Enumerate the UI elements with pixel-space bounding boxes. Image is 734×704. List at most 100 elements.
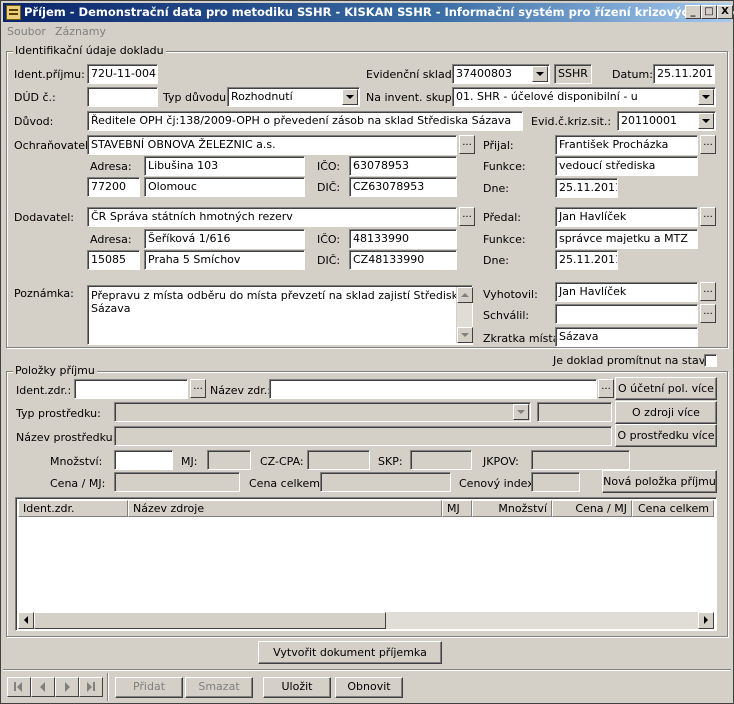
prijal-dne-field[interactable]: 25.11.2011 <box>555 178 618 198</box>
ochr-dic-label: DIČ: <box>317 181 341 194</box>
typ-prostredku-code <box>537 402 612 422</box>
ochr-city-field[interactable]: Olomouc <box>144 177 305 197</box>
zkratka-field[interactable]: Sázava <box>555 327 698 347</box>
ucetni-pol-button[interactable]: O účetní pol. více <box>615 377 717 400</box>
toolbar-separator <box>107 673 109 701</box>
predal-funkce-field[interactable]: správce majetku a MTZ <box>555 229 698 249</box>
cenovy-index-label: Cenový index: <box>459 477 538 490</box>
typ-duvodu-select[interactable]: Rozhodnutí <box>227 87 360 107</box>
dod-browse-button[interactable]: ... <box>459 207 475 226</box>
ident-label: Ident.příjmu: <box>14 68 85 81</box>
dod-field[interactable]: ČR Správa státních hmotných rezerv <box>87 207 457 227</box>
evid-dropdown-arrow[interactable] <box>698 113 714 129</box>
ochr-browse-button[interactable]: ... <box>459 135 475 154</box>
datum-field[interactable]: 25.11.2011 <box>653 64 715 84</box>
duvod-field[interactable]: Ředitele OPH čj:138/2009-OPH o převedení… <box>87 111 523 131</box>
predal-field[interactable]: Jan Havlíček <box>555 207 698 227</box>
promitnout-checkbox[interactable] <box>704 354 717 367</box>
items-grid[interactable]: Ident.zdr. Název zdroje MJ Množství Cena… <box>15 497 717 631</box>
nazevzdr-label: Název zdr.: <box>210 384 271 397</box>
title-bar[interactable]: Příjem - Demonstrační data pro metodiku … <box>3 3 734 22</box>
scroll-left-icon[interactable] <box>18 612 34 629</box>
maximize-button[interactable]: □ <box>701 5 717 19</box>
dod-ico-label: IČO: <box>317 233 341 246</box>
hscroll-thumb[interactable] <box>34 612 386 629</box>
ochr-ico-label: IČO: <box>317 160 341 173</box>
close-button[interactable]: X <box>717 5 733 19</box>
ochr-field[interactable]: STAVEBNÍ OBNOVA ŽELEZNIC a.s. <box>87 135 457 155</box>
pozn-memo[interactable]: Přepravu z místa odběru do místa převzet… <box>87 285 473 345</box>
pridat-button[interactable]: Přidat <box>115 677 183 698</box>
col-cena-mj[interactable]: Cena / MJ <box>552 500 632 517</box>
prostredku-button[interactable]: O prostředku více <box>615 424 717 447</box>
menu-bar: Soubor Záznamy <box>3 23 731 41</box>
predal-dne-field[interactable]: 25.11.2011 <box>555 250 618 270</box>
dod-city-field[interactable]: Praha 5 Smíchov <box>144 250 305 270</box>
zdroji-button[interactable]: O zdroji více <box>615 401 717 424</box>
prev-record-icon[interactable] <box>31 677 55 697</box>
menu-soubor[interactable]: Soubor <box>7 25 46 38</box>
smazat-button[interactable]: Smazat <box>185 677 253 698</box>
first-record-icon[interactable] <box>7 677 31 697</box>
ulozit-button[interactable]: Uložit <box>263 677 331 698</box>
scroll-down-icon[interactable] <box>457 327 473 343</box>
ochr-street-field[interactable]: Libušina 103 <box>144 156 305 176</box>
prijal-funkce-field[interactable]: vedoucí střediska <box>555 156 698 176</box>
vyhot-field[interactable]: Jan Havlíček <box>555 282 698 302</box>
col-mnozstvi[interactable]: Množství <box>472 500 552 517</box>
col-mj[interactable]: MJ <box>442 500 472 517</box>
ochr-dic-field[interactable]: CZ63078953 <box>349 177 457 197</box>
ident-field[interactable]: 72U-11-004 <box>87 64 158 84</box>
cena-celkem-field <box>320 472 451 492</box>
pozn-scrollbar[interactable] <box>456 287 473 343</box>
grid-hscrollbar[interactable] <box>18 612 714 629</box>
nova-polozka-button[interactable]: Nová položka příjmu <box>602 470 717 493</box>
mnozstvi-field[interactable] <box>114 450 173 470</box>
cena-mj-label: Cena / MJ: <box>50 477 106 490</box>
prijal-dne-label: Dne: <box>483 182 509 195</box>
nazevzdr-browse-button[interactable]: ... <box>598 379 614 398</box>
menu-zaznamy[interactable]: Záznamy <box>55 25 106 38</box>
vyhot-browse-button[interactable]: ... <box>700 282 716 301</box>
typ-duvodu-dropdown-arrow[interactable] <box>342 89 358 105</box>
prijal-browse-button[interactable]: ... <box>700 135 716 154</box>
predal-browse-button[interactable]: ... <box>700 207 716 226</box>
schvalil-field[interactable] <box>555 304 698 324</box>
prijal-label: Přijal: <box>483 139 514 152</box>
window-title: Příjem - Demonstrační data pro metodiku … <box>24 5 734 19</box>
minimize-button[interactable]: _ <box>685 5 701 19</box>
pozn-text: Přepravu z místa odběru do místa převzet… <box>91 289 465 315</box>
nazevzdr-field[interactable] <box>269 379 597 399</box>
create-document-button[interactable]: Vytvořit dokument příjemka <box>258 641 442 664</box>
typ-prostredku-label: Typ prostředku: <box>16 407 101 420</box>
identzdr-field[interactable] <box>74 379 188 399</box>
next-record-icon[interactable] <box>55 677 79 697</box>
col-cena-celkem[interactable]: Cena celkem <box>632 500 714 517</box>
scroll-right-icon[interactable] <box>698 612 714 629</box>
ochr-psc-field[interactable]: 77200 <box>87 177 140 197</box>
obnovit-button[interactable]: Obnovit <box>335 677 403 698</box>
last-record-icon[interactable] <box>79 677 103 697</box>
invent-label: Na invent. skup.: <box>366 91 459 104</box>
ochr-ico-field[interactable]: 63078953 <box>349 156 457 176</box>
invent-dropdown-arrow[interactable] <box>698 89 714 105</box>
dod-ico-field[interactable]: 48133990 <box>349 229 457 249</box>
czcpa-label: CZ-CPA: <box>260 455 304 468</box>
dod-dic-field[interactable]: CZ48133990 <box>349 250 457 270</box>
prijal-field[interactable]: František Procházka <box>555 135 698 155</box>
zkratka-label: Zkratka místa: <box>483 332 564 345</box>
scroll-up-icon[interactable] <box>457 287 473 303</box>
schvalil-browse-button[interactable]: ... <box>700 304 716 323</box>
pozn-label: Poznámka: <box>14 287 74 300</box>
col-ident-zdr[interactable]: Ident.zdr. <box>18 500 128 517</box>
col-nazev-zdroje[interactable]: Název zdroje <box>128 500 442 517</box>
identzdr-browse-button[interactable]: ... <box>190 379 206 398</box>
invent-select[interactable]: 01. SHR - účelové disponibilní - u <box>452 87 716 107</box>
dud-field[interactable] <box>87 87 158 107</box>
jkpov-label: JKPOV: <box>483 455 519 468</box>
datum-label: Datum: <box>612 68 653 81</box>
dod-psc-field[interactable]: 15085 <box>87 250 140 270</box>
sklad-dropdown-arrow[interactable] <box>532 66 548 82</box>
schvalil-label: Schválil: <box>483 309 530 322</box>
dod-street-field[interactable]: Šeříková 1/616 <box>144 229 305 249</box>
